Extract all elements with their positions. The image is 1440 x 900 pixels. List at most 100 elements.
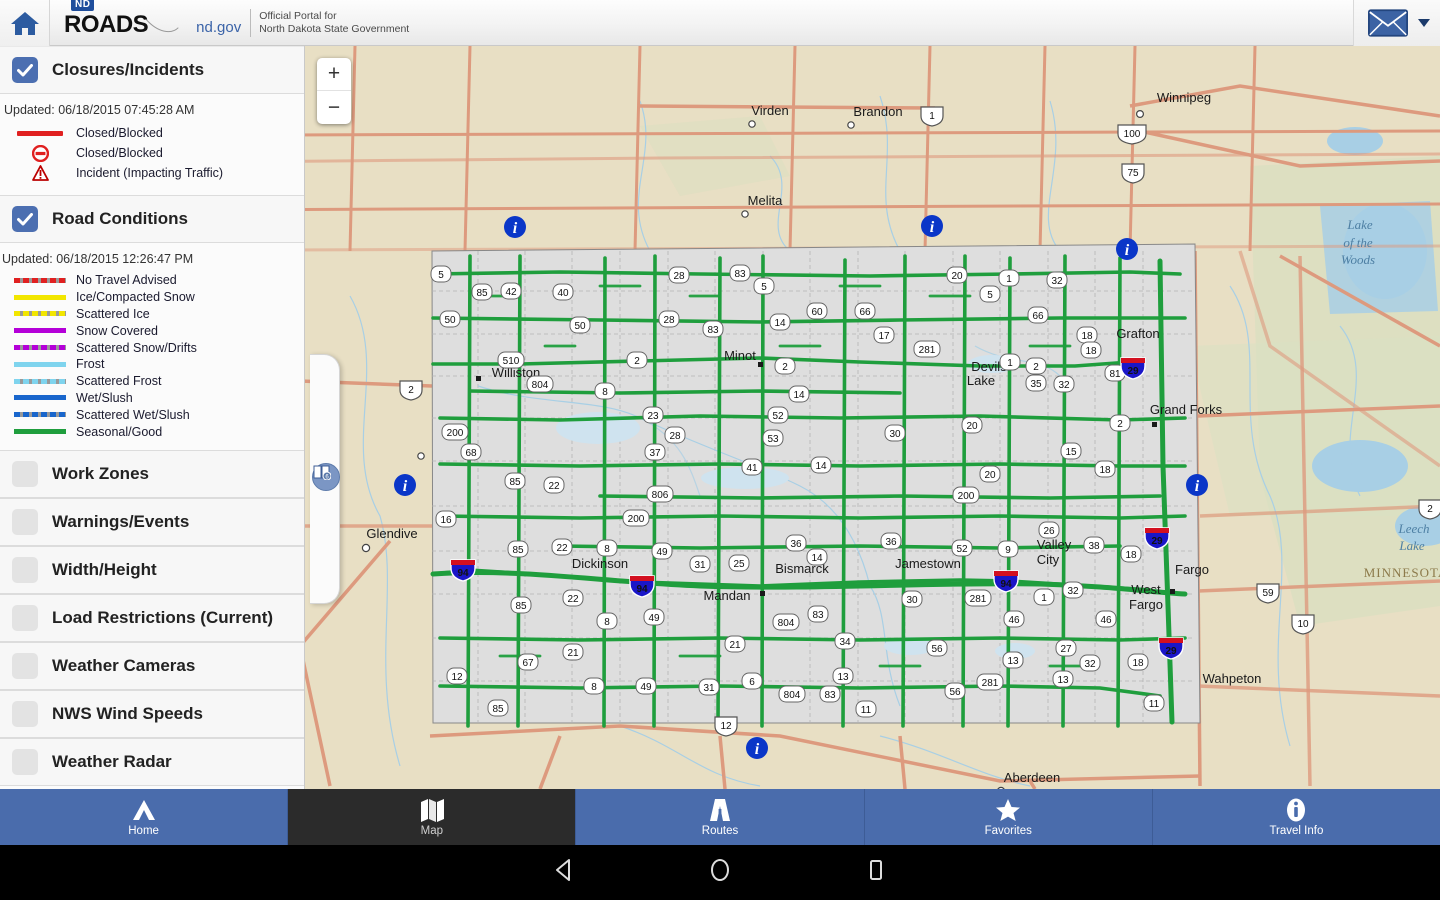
layer-label: NWS Wind Speeds xyxy=(52,704,203,724)
map-info-marker[interactable]: i xyxy=(394,474,416,496)
svg-text:8: 8 xyxy=(591,682,597,693)
legend-label: Snow Covered xyxy=(76,324,158,338)
sidebar-item-width-height[interactable]: Width/Height xyxy=(0,546,304,594)
layer-label: Width/Height xyxy=(52,560,157,580)
state-route-shield: 27 xyxy=(1056,640,1076,656)
state-route-shield: 32 xyxy=(1080,655,1100,671)
map-city-label: Valley xyxy=(1037,537,1072,552)
state-route-shield: 23 xyxy=(643,407,663,423)
road-conditions-checkbox[interactable] xyxy=(12,206,38,232)
svg-text:26: 26 xyxy=(1043,526,1055,537)
svg-text:81: 81 xyxy=(1109,369,1121,380)
sidebar-item-weather-cameras[interactable]: Weather Cameras xyxy=(0,642,304,690)
svg-text:49: 49 xyxy=(648,613,660,624)
layer-checkbox[interactable] xyxy=(12,461,38,487)
state-route-shield: 38 xyxy=(1084,537,1104,553)
map-city-label: Virden xyxy=(751,103,788,118)
map-region-label: Woods xyxy=(1341,252,1375,267)
state-route-shield: 13 xyxy=(833,668,853,684)
home-circle-icon[interactable] xyxy=(707,857,733,888)
svg-text:804: 804 xyxy=(778,618,795,629)
sidebar-item-work-zones[interactable]: Work Zones xyxy=(0,450,304,498)
nav-tab-routes[interactable]: Routes xyxy=(576,789,864,845)
legend-swatch xyxy=(14,328,66,333)
legend-row: Scattered Frost xyxy=(14,373,304,390)
zoom-in-button[interactable]: + xyxy=(317,58,351,91)
map-info-marker[interactable]: i xyxy=(746,737,768,759)
sidebar-item-weather-radar[interactable]: Weather Radar xyxy=(0,738,304,786)
layer-checkbox[interactable] xyxy=(12,605,38,631)
chevron-down-icon xyxy=(1418,19,1430,27)
sidebar-item-road-conditions[interactable]: Road Conditions xyxy=(0,195,304,243)
map-city-label: West xyxy=(1131,582,1161,597)
state-route-shield: 17 xyxy=(874,327,894,343)
state-route-shield: 52 xyxy=(768,407,788,423)
map-city-label: Winnipeg xyxy=(1157,90,1211,105)
nav-tab-home[interactable]: Home xyxy=(0,789,288,845)
svg-text:281: 281 xyxy=(970,594,987,605)
svg-text:21: 21 xyxy=(729,640,741,651)
layer-checkbox[interactable] xyxy=(12,653,38,679)
layer-checkbox[interactable] xyxy=(12,509,38,535)
map-info-marker[interactable]: i xyxy=(504,216,526,238)
sidebar-item-warnings-events[interactable]: Warnings/Events xyxy=(0,498,304,546)
header-divider xyxy=(250,9,251,37)
star-icon xyxy=(995,798,1021,822)
svg-text:36: 36 xyxy=(885,537,897,548)
zoom-out-button[interactable]: − xyxy=(317,91,351,124)
mail-menu-button[interactable] xyxy=(1353,0,1440,46)
closures-updated: Updated: 06/18/2015 07:45:28 AM xyxy=(2,94,304,123)
state-route-shield: 18 xyxy=(1128,654,1148,670)
svg-text:11: 11 xyxy=(1149,699,1160,710)
map-info-marker[interactable]: i xyxy=(921,215,943,237)
legend-row: Snow Covered xyxy=(14,322,304,339)
state-route-shield: 12 xyxy=(447,668,467,684)
state-route-shield: 28 xyxy=(659,311,679,327)
svg-text:94: 94 xyxy=(1000,579,1012,590)
state-route-shield: 18 xyxy=(1077,327,1097,343)
svg-text:1: 1 xyxy=(1006,274,1012,285)
closures-checkbox[interactable] xyxy=(12,57,38,83)
nav-tab-favorites[interactable]: Favorites xyxy=(865,789,1153,845)
back-triangle-icon[interactable] xyxy=(551,857,577,888)
svg-text:804: 804 xyxy=(532,380,549,391)
layer-toggle-list[interactable]: Work ZonesWarnings/Events Width/Height Loa… xyxy=(0,450,304,786)
layers-sidebar[interactable]: Closures/Incidents Updated: 06/18/2015 0… xyxy=(0,46,305,789)
state-route-shield: 49 xyxy=(636,678,656,694)
legend-row-closed-marker: Closed/Blocked xyxy=(14,143,304,163)
layer-checkbox[interactable] xyxy=(12,557,38,583)
sidebar-item-load-restrictions-current[interactable]: Load Restrictions (Current) xyxy=(0,594,304,642)
state-route-shield: 8 xyxy=(595,383,615,399)
svg-text:94: 94 xyxy=(636,584,648,595)
bottom-navigation[interactable]: Home Map Routes Favorites xyxy=(0,789,1440,845)
svg-text:34: 34 xyxy=(839,637,851,648)
svg-text:28: 28 xyxy=(669,431,681,442)
recents-square-icon[interactable] xyxy=(863,857,889,888)
state-route-shield: 46 xyxy=(1004,611,1024,627)
roads-wordmark: ROADS xyxy=(64,11,148,38)
map-info-marker[interactable]: i xyxy=(1116,238,1138,260)
map-city-label: Grand Forks xyxy=(1150,402,1223,417)
header-home-button[interactable] xyxy=(0,0,50,46)
state-route-shield: 11 xyxy=(856,701,876,717)
state-route-shield: 13 xyxy=(1003,652,1023,668)
legend-label: Scattered Wet/Slush xyxy=(76,408,190,422)
layer-checkbox[interactable] xyxy=(12,701,38,727)
state-route-shield: 85 xyxy=(505,473,525,489)
closed-line-icon xyxy=(14,131,66,136)
road-conditions-legend: No Travel AdvisedIce/Compacted SnowScatt… xyxy=(0,272,304,450)
nav-tab-travel-info[interactable]: Travel Info xyxy=(1153,789,1440,845)
map-zoom-controls[interactable]: + − xyxy=(317,58,351,124)
nav-tab-map[interactable]: Map xyxy=(288,789,576,845)
svg-text:85: 85 xyxy=(476,288,488,299)
svg-text:29: 29 xyxy=(1151,536,1163,547)
sidebar-item-closures-incidents[interactable]: Closures/Incidents xyxy=(0,46,304,94)
sidebar-item-nws-wind-speeds[interactable]: NWS Wind Speeds xyxy=(0,690,304,738)
state-route-shield: 35 xyxy=(1026,375,1046,391)
ndgov-link[interactable]: nd.gov xyxy=(196,19,241,36)
map-info-marker[interactable]: i xyxy=(1186,474,1208,496)
layer-checkbox[interactable] xyxy=(12,749,38,775)
legend-drawer-handle[interactable]: 6 xyxy=(310,354,340,604)
android-system-bar xyxy=(0,845,1440,900)
svg-text:68: 68 xyxy=(465,448,477,459)
